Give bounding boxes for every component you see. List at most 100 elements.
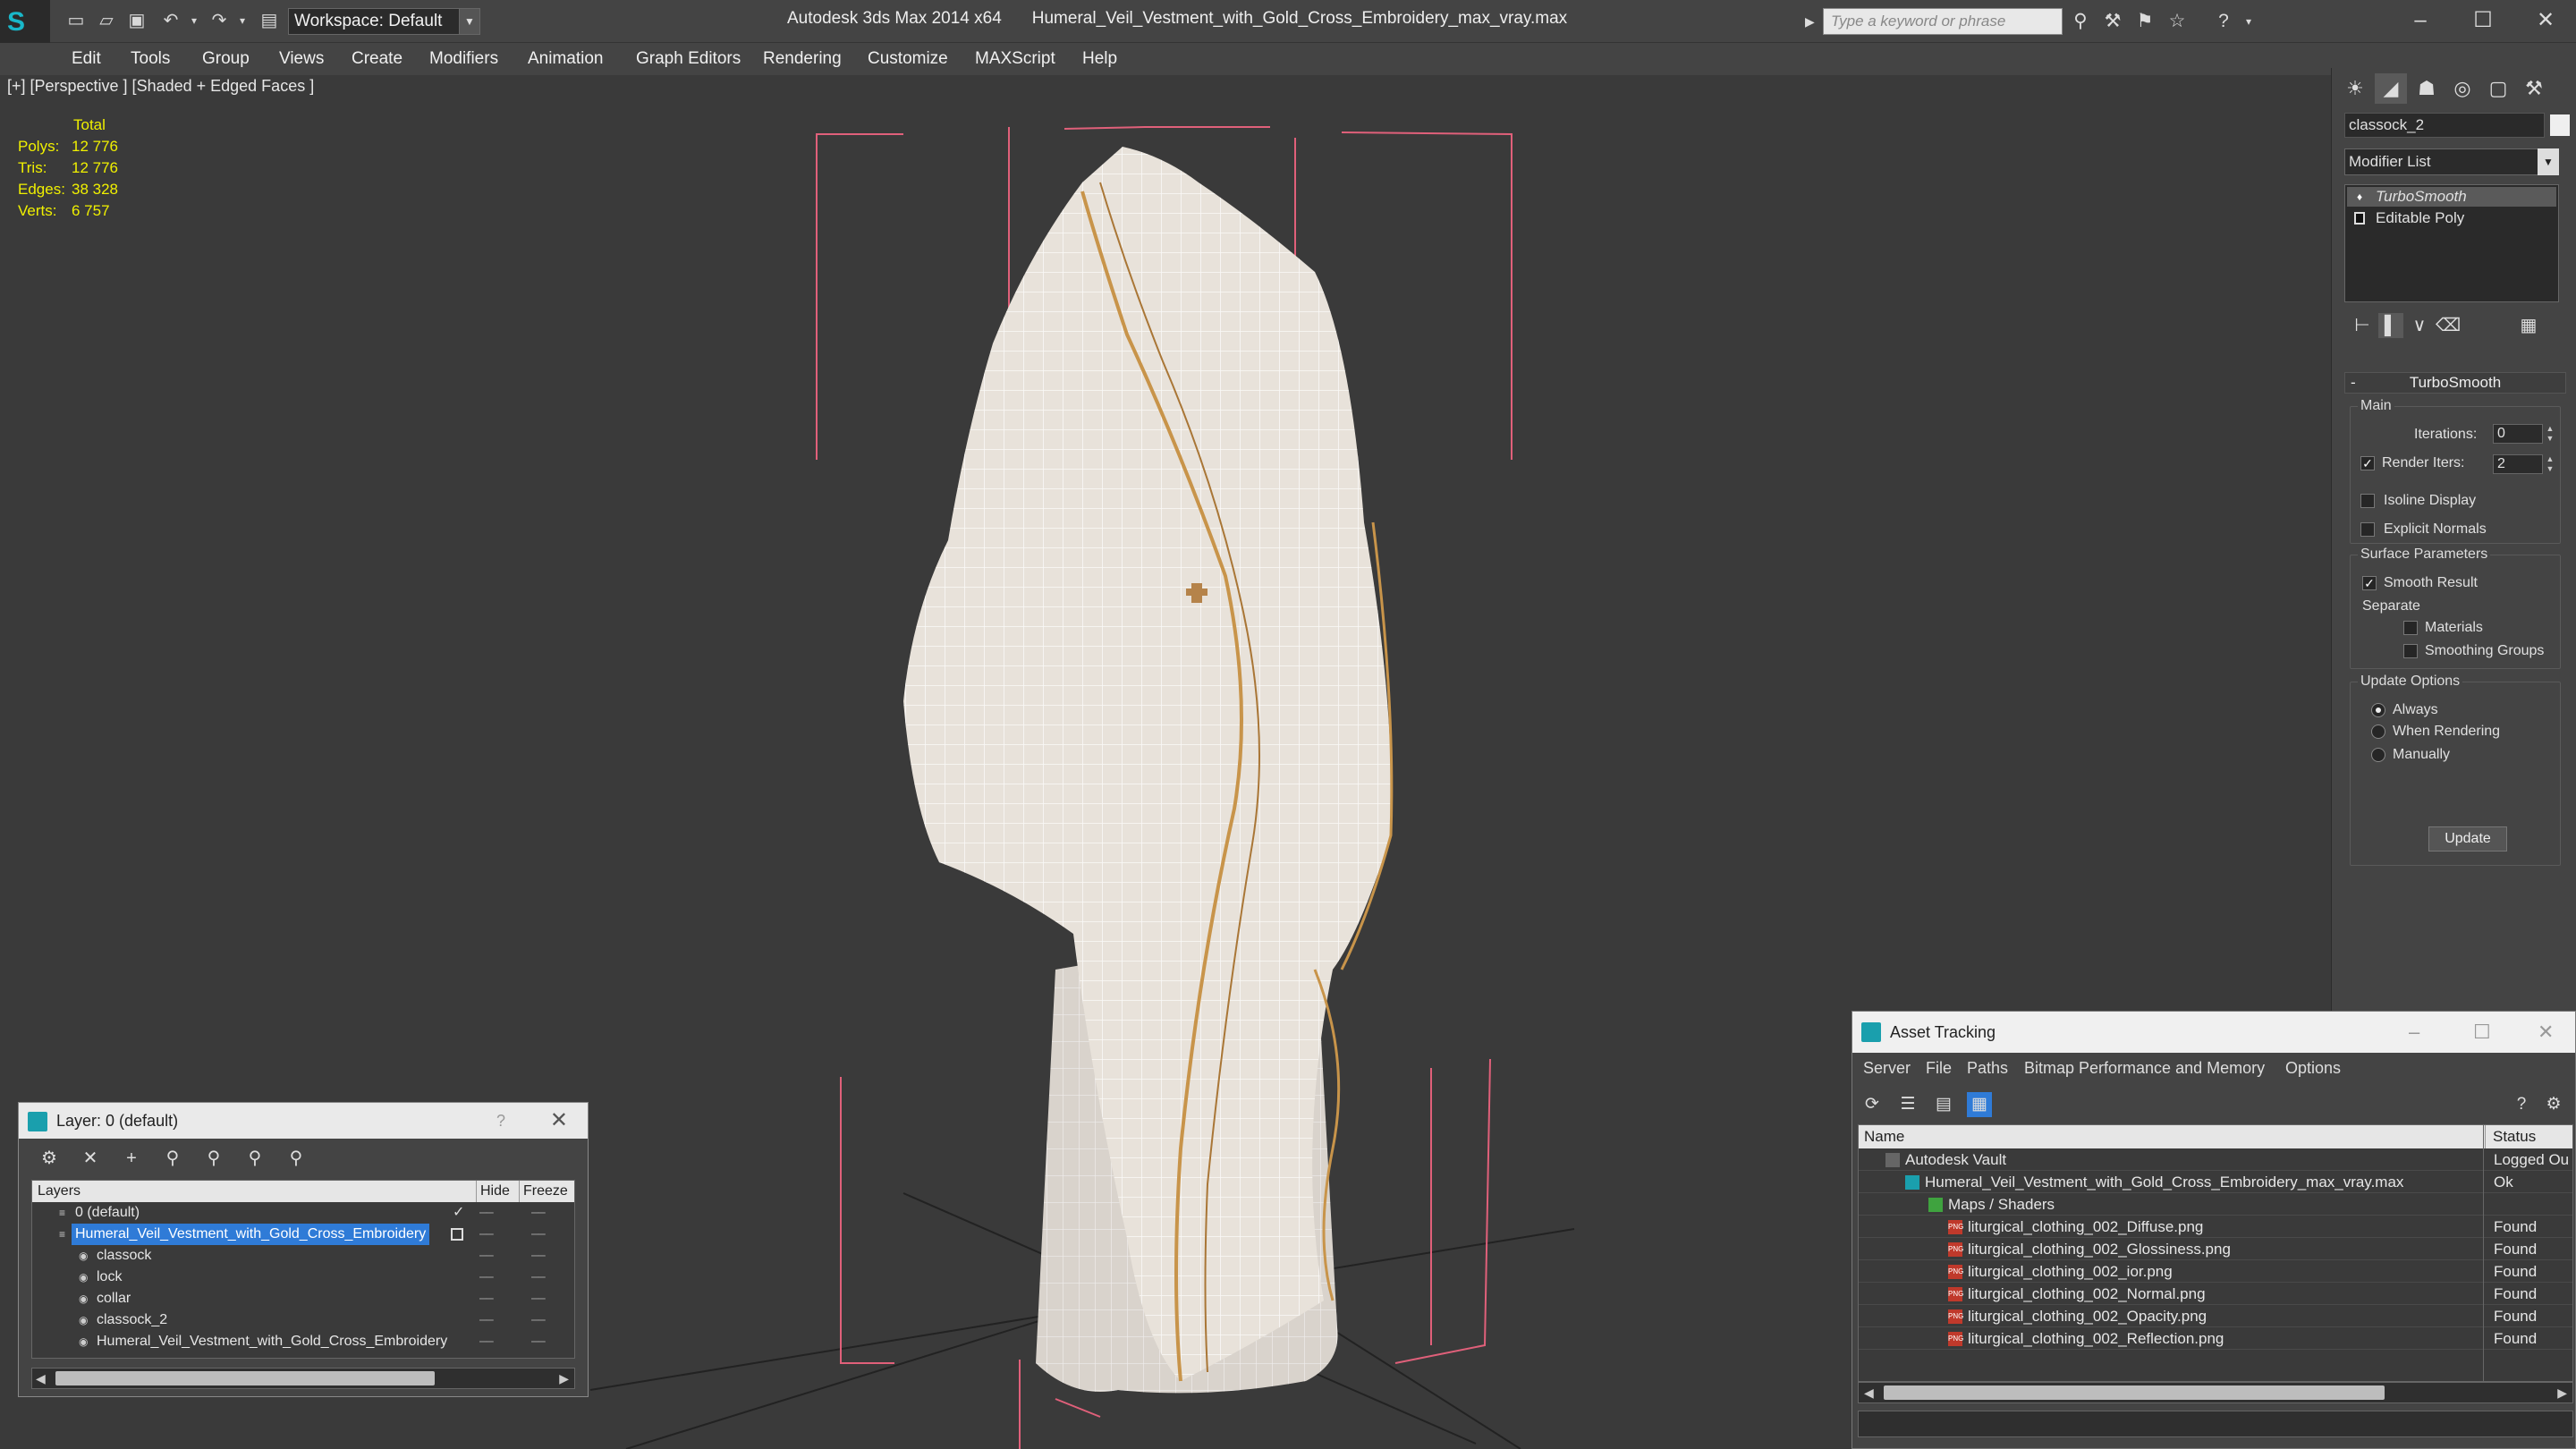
isoline-display-checkbox[interactable] — [2360, 494, 2375, 508]
help-icon[interactable]: ? — [2211, 9, 2236, 34]
viewport-label[interactable]: [+] [Perspective ] [Shaded + Edged Faces… — [7, 75, 314, 97]
add-layer-icon[interactable]: + — [119, 1146, 144, 1171]
scrollbar-thumb[interactable] — [55, 1371, 435, 1385]
remove-modifier-icon[interactable]: ⌫ — [2436, 313, 2461, 338]
stack-item-turbosmooth[interactable]: ♦ TurboSmooth — [2347, 187, 2556, 207]
asset-row[interactable]: PNG liturgical_clothing_002_ior.png Found — [1859, 1260, 2572, 1283]
asset-row[interactable]: PNG liturgical_clothing_002_Normal.png Fou… — [1859, 1283, 2572, 1305]
menu-group[interactable]: Group — [202, 44, 250, 74]
scroll-left-icon[interactable]: ◀ — [36, 1368, 46, 1388]
menu-create[interactable]: Create — [352, 44, 402, 74]
object-name-field[interactable]: classock_2 — [2344, 113, 2545, 138]
object-color-swatch[interactable] — [2550, 114, 2570, 136]
menu-maxscript[interactable]: MAXScript — [975, 44, 1055, 74]
help-icon[interactable]: ? — [496, 1103, 505, 1139]
select-objects-icon[interactable]: ⚲ — [160, 1146, 185, 1171]
show-end-result-icon[interactable]: ▌ — [2378, 313, 2403, 338]
layers-horizontal-scrollbar[interactable]: ◀ ▶ — [31, 1368, 575, 1389]
asset-menu-file[interactable]: File — [1926, 1053, 1952, 1083]
asset-row[interactable]: Humeral_Veil_Vestment_with_Gold_Cross_Em… — [1859, 1171, 2572, 1193]
smoothing-groups-checkbox[interactable] — [2403, 644, 2418, 658]
save-icon[interactable]: ▣ — [125, 9, 148, 32]
maximize-icon[interactable]: ☐ — [2463, 5, 2503, 36]
column-hide[interactable]: Hide — [476, 1181, 510, 1202]
layer-row-selected[interactable]: ≡ Humeral_Veil_Vestment_with_Gold_Cross_E… — [32, 1224, 574, 1245]
object-row[interactable]: ◉ Humeral_Veil_Vestment_with_Gold_Cross_E… — [32, 1331, 574, 1352]
open-file-icon[interactable]: ▱ — [95, 9, 118, 32]
minimize-icon[interactable]: – — [2409, 1012, 2419, 1053]
asset-row[interactable]: PNG liturgical_clothing_002_Reflection.pn… — [1859, 1327, 2572, 1350]
configure-sets-icon[interactable]: ▦ — [2516, 313, 2541, 338]
scrollbar-thumb[interactable] — [1884, 1385, 2385, 1400]
binoculars-icon[interactable]: ⚲ — [2068, 9, 2093, 34]
column-freeze[interactable]: Freeze — [519, 1181, 568, 1202]
new-file-icon[interactable]: ▭ — [64, 9, 88, 32]
asset-path-field[interactable] — [1858, 1411, 2573, 1437]
highlight-layer-icon[interactable]: ⚲ — [201, 1146, 226, 1171]
workspace-dropdown-arrow[interactable]: ▼ — [459, 8, 480, 35]
smooth-result-checkbox[interactable]: ✓ — [2362, 576, 2377, 590]
menu-modifiers[interactable]: Modifiers — [429, 44, 498, 74]
menu-graph-editors[interactable]: Graph Editors — [636, 44, 741, 74]
object-row[interactable]: ◉ collar ‒‒ ‒‒ — [32, 1288, 574, 1309]
update-button[interactable]: Update — [2428, 826, 2507, 852]
layer-row[interactable]: ≡ 0 (default) ✓ ‒‒ ‒‒ — [32, 1202, 574, 1224]
scroll-left-icon[interactable]: ◀ — [1864, 1383, 1874, 1402]
asset-menu-bitmap-performance[interactable]: Bitmap Performance and Memory — [2024, 1053, 2265, 1083]
modifier-list-dropdown[interactable]: Modifier List ▼ — [2344, 148, 2559, 175]
redo-dropdown-icon[interactable]: ▾ — [231, 9, 254, 32]
help-dropdown-icon[interactable]: ▾ — [2236, 9, 2261, 34]
render-iters-spinner[interactable]: 2 — [2493, 454, 2543, 474]
communication-icon[interactable]: ⚑ — [2132, 9, 2157, 34]
asset-row[interactable]: PNG liturgical_clothing_002_Opacity.png Fo… — [1859, 1305, 2572, 1327]
asset-menu-server[interactable]: Server — [1863, 1053, 1911, 1083]
menu-rendering[interactable]: Rendering — [763, 44, 842, 74]
layer-window-title[interactable]: Layer: 0 (default) ? ✕ — [19, 1103, 588, 1139]
hide-all-icon[interactable]: ⚲ — [242, 1146, 267, 1171]
column-layers[interactable]: Layers — [38, 1181, 80, 1202]
close-icon[interactable]: ✕ — [550, 1103, 568, 1139]
freeze-all-icon[interactable]: ⚲ — [284, 1146, 309, 1171]
workspace-dropdown[interactable]: Workspace: Default — [288, 8, 479, 35]
stack-item-editable-poly[interactable]: Editable Poly — [2347, 208, 2556, 228]
tree-view-icon[interactable]: ▤ — [1931, 1092, 1956, 1117]
scroll-right-icon[interactable]: ▶ — [2557, 1383, 2567, 1402]
delete-layer-icon[interactable]: ✕ — [78, 1146, 103, 1171]
asset-horizontal-scrollbar[interactable]: ◀ ▶ — [1858, 1382, 2573, 1403]
table-view-icon[interactable]: ▦ — [1967, 1092, 1992, 1117]
app-logo[interactable]: S — [0, 0, 50, 43]
column-name[interactable]: Name — [1864, 1125, 1904, 1148]
object-row[interactable]: ◉ classock ‒‒ ‒‒ — [32, 1245, 574, 1267]
search-expand-icon[interactable]: ▶ — [1805, 9, 1821, 34]
menu-views[interactable]: Views — [279, 44, 324, 74]
display-tab-icon[interactable]: ▢ — [2482, 73, 2514, 104]
asset-row[interactable]: PNG liturgical_clothing_002_Glossiness.pn… — [1859, 1238, 2572, 1260]
asset-menu-options[interactable]: Options — [2285, 1053, 2341, 1083]
close-icon[interactable]: ✕ — [2538, 1012, 2554, 1053]
list-view-icon[interactable]: ☰ — [1895, 1092, 1920, 1117]
asset-window-title[interactable]: Asset Tracking – ☐ ✕ — [1852, 1012, 2575, 1053]
redo-icon[interactable]: ↷ — [208, 9, 231, 32]
close-icon[interactable]: ✕ — [2526, 5, 2565, 36]
asset-row[interactable]: Autodesk Vault Logged Ou — [1859, 1148, 2572, 1171]
favorites-icon[interactable]: ☆ — [2165, 9, 2190, 34]
spinner-arrows-icon[interactable]: ▲ ▼ — [2545, 454, 2555, 474]
scroll-right-icon[interactable]: ▶ — [559, 1368, 569, 1388]
menu-tools[interactable]: Tools — [131, 44, 170, 74]
object-row[interactable]: ◉ lock ‒‒ ‒‒ — [32, 1267, 574, 1288]
menu-edit[interactable]: Edit — [72, 44, 101, 74]
manually-radio[interactable] — [2371, 748, 2385, 762]
asset-row[interactable]: Maps / Shaders — [1859, 1193, 2572, 1216]
create-tab-icon[interactable]: ☀ — [2339, 73, 2371, 104]
asset-row[interactable]: PNG liturgical_clothing_002_Diffuse.png Fo… — [1859, 1216, 2572, 1238]
layer-toggle-icon[interactable] — [451, 1228, 463, 1241]
vault-settings-icon[interactable]: ⚙ — [2541, 1092, 2566, 1117]
object-row[interactable]: ◉ classock_2 ‒‒ ‒‒ — [32, 1309, 574, 1331]
layer-settings-icon[interactable]: ⚙ — [37, 1146, 62, 1171]
always-radio[interactable] — [2371, 703, 2385, 717]
search-input[interactable]: Type a keyword or phrase — [1823, 8, 2063, 35]
asset-menu-paths[interactable]: Paths — [1967, 1053, 2008, 1083]
motion-tab-icon[interactable]: ◎ — [2446, 73, 2479, 104]
menu-animation[interactable]: Animation — [528, 44, 604, 74]
minimize-icon[interactable]: – — [2401, 5, 2440, 36]
